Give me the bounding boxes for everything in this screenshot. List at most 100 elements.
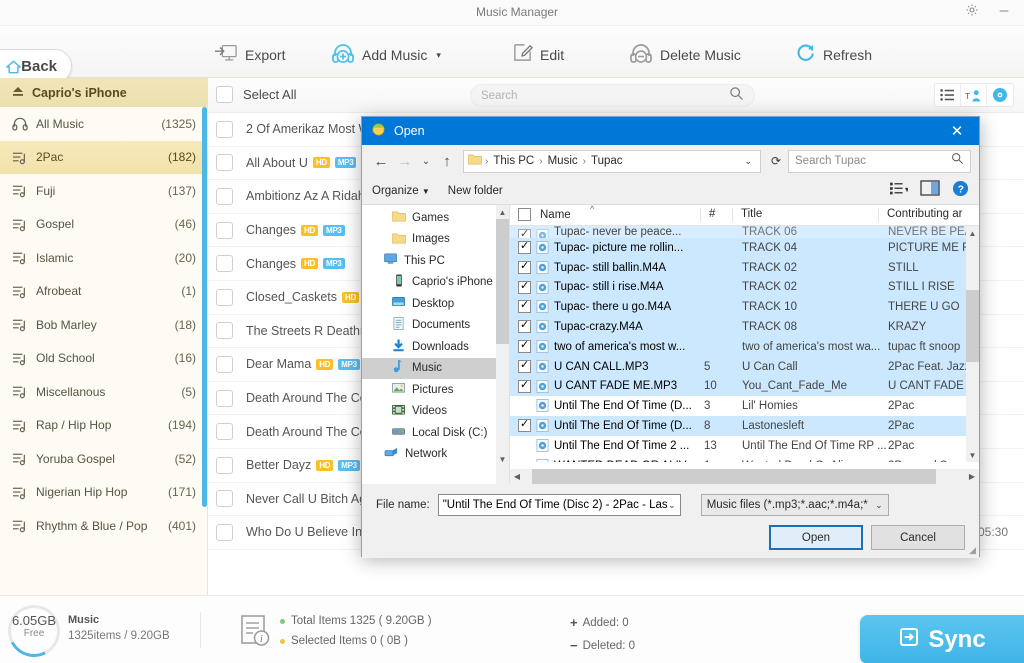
sidebar-item-2pac[interactable]: 2Pac (182): [0, 140, 208, 174]
cancel-button[interactable]: Cancel: [871, 525, 965, 550]
file-checkbox[interactable]: [518, 259, 531, 274]
scroll-down-icon[interactable]: ▼: [496, 452, 509, 466]
preview-pane-icon[interactable]: [920, 180, 940, 201]
device-selector[interactable]: Caprio's iPhone: [0, 78, 208, 107]
file-row[interactable]: two of america's most w... two of america…: [510, 336, 979, 357]
sidebar-item-yoruba-gospel[interactable]: Yoruba Gospel (52): [0, 442, 208, 476]
up-arrow-icon[interactable]: ↑: [436, 149, 458, 173]
filename-input[interactable]: "Until The End Of Time (Disc 2) - 2Pac -…: [437, 494, 681, 516]
sidebar-item-rap-hip-hop[interactable]: Rap / Hip Hop (194): [0, 409, 208, 443]
sync-button[interactable]: Sync: [860, 615, 1024, 663]
artist-view-icon[interactable]: T: [961, 84, 987, 106]
file-checkbox[interactable]: [518, 459, 531, 462]
close-icon[interactable]: ✕: [935, 117, 979, 145]
song-checkbox[interactable]: [216, 288, 233, 306]
song-checkbox[interactable]: [216, 355, 233, 373]
file-checkbox[interactable]: [518, 338, 531, 353]
sidebar-item-all-music[interactable]: All Music (1325): [0, 107, 208, 141]
column-number[interactable]: #: [700, 208, 715, 222]
chevron-down-icon[interactable]: ⌄: [744, 156, 756, 167]
new-folder-button[interactable]: New folder: [448, 185, 503, 197]
file-row[interactable]: WANTED DEAD OR ALIV... 1 Wanted Dead Or Al…: [510, 456, 979, 462]
scroll-left-icon[interactable]: ◀: [510, 472, 524, 481]
add-music-button[interactable]: Add Music ▾: [331, 40, 441, 70]
song-checkbox[interactable]: [216, 255, 233, 273]
file-row[interactable]: Tupac- there u go.M4A TRACK 10 THERE U GO: [510, 297, 979, 318]
refresh-icon[interactable]: ⟳: [766, 154, 786, 168]
back-arrow-icon[interactable]: ←: [370, 149, 392, 173]
file-checkbox[interactable]: [518, 239, 531, 254]
search-input[interactable]: Search: [470, 84, 755, 107]
file-checkbox[interactable]: [518, 358, 531, 373]
organize-button[interactable]: Organize ▼: [372, 185, 430, 197]
song-checkbox[interactable]: [216, 221, 233, 239]
hscroll-track[interactable]: [524, 469, 965, 484]
tree-scrollbar[interactable]: ▲ ▼: [496, 205, 509, 484]
column-artist[interactable]: Contributing ar: [878, 208, 962, 222]
tree-item-downloads[interactable]: Downloads: [362, 336, 509, 358]
file-checkbox[interactable]: [518, 399, 531, 412]
file-checkbox[interactable]: [518, 298, 531, 314]
filetype-select[interactable]: Music files (*.mp3;*.aac;*.m4a;* ⌄: [700, 494, 889, 516]
sidebar-item-rhythm-blue-pop[interactable]: Rhythm & Blue / Pop (401): [0, 509, 208, 543]
tree-item-music[interactable]: Music: [362, 357, 509, 379]
tree-item-pictures[interactable]: Pictures: [362, 379, 509, 401]
file-row[interactable]: Until The End Of Time (D... 3 Lil' Homies 2…: [510, 396, 979, 416]
song-checkbox[interactable]: [216, 154, 233, 172]
export-button[interactable]: Export: [214, 40, 285, 70]
breadcrumb-music[interactable]: Music: [546, 155, 580, 167]
file-row[interactable]: Tupac- picture me rollin...TRACK 04PICTU…: [510, 238, 979, 258]
scroll-up-icon[interactable]: ▲: [496, 205, 509, 219]
file-row[interactable]: Until The End Of Time (D... 8 Lastonesleft…: [510, 416, 979, 436]
column-name[interactable]: Name: [540, 209, 571, 221]
song-checkbox[interactable]: [216, 389, 233, 407]
select-all-checkbox[interactable]: Select All: [216, 86, 296, 103]
breadcrumb[interactable]: › This PC › Music › Tupac ⌄: [463, 149, 761, 173]
scroll-up-icon[interactable]: ▲: [966, 226, 979, 240]
minimize-icon[interactable]: [994, 4, 1014, 22]
sidebar-item-old-school[interactable]: Old School (16): [0, 342, 208, 376]
file-row[interactable]: Tupac-crazy.M4A TRACK 08 KRAZY: [510, 317, 979, 337]
file-checkbox[interactable]: [518, 378, 531, 393]
tree-item-this-pc[interactable]: This PC: [362, 250, 509, 272]
file-checkbox[interactable]: [518, 279, 531, 294]
dialog-search-input[interactable]: Search Tupac: [788, 149, 971, 173]
tree-item-local-disk-c[interactable]: Local Disk (C:): [362, 422, 509, 444]
breadcrumb-tupac[interactable]: Tupac: [589, 155, 625, 167]
chevron-down-icon[interactable]: ▾: [436, 50, 441, 61]
file-row[interactable]: Tupac- never be peace...TRACK 06NEVER BE…: [510, 226, 979, 238]
refresh-button[interactable]: Refresh: [795, 40, 872, 70]
file-checkbox[interactable]: [518, 318, 531, 334]
scroll-thumb[interactable]: [532, 469, 936, 484]
scroll-down-icon[interactable]: ▼: [966, 448, 979, 462]
view-options-icon[interactable]: ▼: [890, 182, 911, 200]
breadcrumb-this-pc[interactable]: This PC: [491, 155, 536, 167]
scroll-thumb[interactable]: [496, 219, 509, 344]
file-checkbox[interactable]: [518, 417, 531, 433]
open-button[interactable]: Open: [769, 525, 863, 550]
tree-item-videos[interactable]: Videos: [362, 401, 509, 423]
song-checkbox[interactable]: [216, 523, 233, 541]
file-row[interactable]: Tupac- still i rise.M4A TRACK 02 STILL I R…: [510, 277, 979, 298]
file-checkbox[interactable]: [518, 439, 531, 452]
file-checkbox[interactable]: [518, 227, 531, 238]
sidebar-item-fuji[interactable]: Fuji (137): [0, 174, 208, 208]
scroll-thumb[interactable]: [966, 290, 979, 362]
gear-icon[interactable]: [962, 3, 982, 21]
song-checkbox[interactable]: [216, 187, 233, 205]
tree-item-documents[interactable]: Documents: [362, 315, 509, 337]
chevron-down-icon[interactable]: ⌄: [668, 500, 676, 511]
tree-item-desktop[interactable]: Desktop: [362, 293, 509, 315]
file-row[interactable]: Tupac- still ballin.M4A TRACK 02 STILL: [510, 257, 979, 278]
song-checkbox[interactable]: [216, 120, 233, 138]
song-checkbox[interactable]: [216, 490, 233, 508]
sidebar-item-afrobeat[interactable]: Afrobeat (1): [0, 275, 208, 309]
album-view-icon[interactable]: [987, 84, 1013, 106]
list-view-icon[interactable]: [935, 84, 961, 106]
edit-button[interactable]: Edit: [512, 40, 564, 70]
file-list-vscrollbar[interactable]: ▲ ▼: [966, 226, 979, 462]
resize-grip-icon[interactable]: ◢: [969, 545, 976, 556]
tree-item-images[interactable]: Images: [362, 229, 509, 251]
song-checkbox[interactable]: [216, 322, 233, 340]
file-list-hscrollbar[interactable]: ◀ ▶: [510, 469, 979, 484]
